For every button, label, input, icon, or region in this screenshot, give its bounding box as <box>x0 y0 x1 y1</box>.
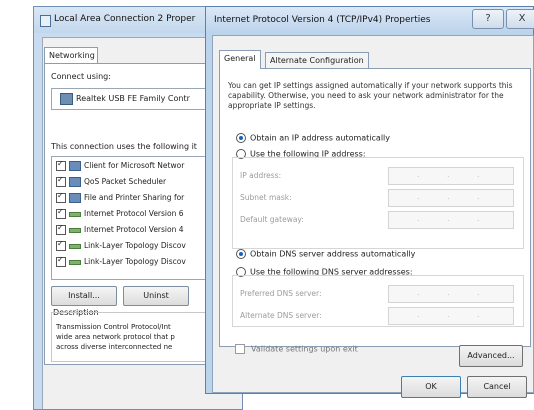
alternate-dns-label: Alternate DNS server: <box>240 311 322 320</box>
intro-text: You can get IP settings assigned automat… <box>228 81 513 110</box>
help-button[interactable]: ? <box>472 9 504 29</box>
list-item[interactable]: Link-Layer Topology Discov <box>56 239 186 253</box>
tab-alternate-configuration[interactable]: Alternate Configuration <box>265 52 369 69</box>
checkbox-checked-icon[interactable] <box>56 223 66 235</box>
dialog-body: General Alternate Configuration You can … <box>212 35 534 398</box>
checkbox-unchecked-icon[interactable] <box>235 344 245 354</box>
default-gateway-label: Default gateway: <box>240 215 304 224</box>
obtain-dns-automatically-radio[interactable]: Obtain DNS server address automatically <box>236 249 415 259</box>
network-window-icon <box>40 15 51 27</box>
background-window-title: Local Area Connection 2 Proper <box>54 14 196 24</box>
protocol-icon <box>69 243 81 249</box>
ip-address-label: IP address: <box>240 171 282 180</box>
dialog-titlebar[interactable]: Internet Protocol Version 4 (TCP/IPv4) P… <box>206 7 534 33</box>
tab-networking[interactable]: Networking <box>44 47 98 64</box>
preferred-dns-label: Preferred DNS server: <box>240 289 322 298</box>
list-item[interactable]: File and Printer Sharing for <box>56 191 184 205</box>
close-button[interactable]: X <box>506 9 534 29</box>
checkbox-checked-icon[interactable] <box>56 159 66 171</box>
radio-selected-icon[interactable] <box>236 249 246 259</box>
checkbox-checked-icon[interactable] <box>56 239 66 251</box>
items-label: This connection uses the following it <box>51 142 197 151</box>
install-button[interactable]: Install... <box>51 286 117 306</box>
obtain-ip-automatically-radio[interactable]: Obtain an IP address automatically <box>236 133 390 143</box>
alternate-dns-field[interactable]: ... <box>388 307 514 325</box>
ipv4-properties-dialog: Internet Protocol Version 4 (TCP/IPv4) P… <box>205 6 534 398</box>
tab-general[interactable]: General <box>219 50 261 69</box>
cancel-button[interactable]: Cancel <box>467 376 527 398</box>
connect-using-label: Connect using: <box>51 72 111 81</box>
client-icon <box>69 161 81 171</box>
list-item[interactable]: Client for Microsoft Networ <box>56 159 184 173</box>
checkbox-checked-icon[interactable] <box>56 255 66 267</box>
uninstall-button[interactable]: Uninst <box>123 286 189 306</box>
preferred-dns-field[interactable]: ... <box>388 285 514 303</box>
checkbox-checked-icon[interactable] <box>56 207 66 219</box>
list-item[interactable]: Link-Layer Topology Discov <box>56 255 186 269</box>
subnet-mask-field[interactable]: ... <box>388 189 514 207</box>
list-item[interactable]: QoS Packet Scheduler <box>56 175 166 189</box>
ip-address-field[interactable]: ... <box>388 167 514 185</box>
adapter-name: Realtek USB FE Family Contr <box>76 94 190 103</box>
subnet-mask-label: Subnet mask: <box>240 193 292 202</box>
advanced-button[interactable]: Advanced... <box>459 345 523 367</box>
checkbox-checked-icon[interactable] <box>56 191 66 203</box>
service-icon <box>69 193 81 203</box>
validate-settings-checkbox[interactable]: Validate settings upon exit <box>235 344 358 354</box>
ok-button[interactable]: OK <box>401 376 461 398</box>
radio-selected-icon[interactable] <box>236 133 246 143</box>
dialog-title: Internet Protocol Version 4 (TCP/IPv4) P… <box>214 15 431 25</box>
network-adapter-icon <box>60 93 73 105</box>
protocol-icon <box>69 259 81 265</box>
default-gateway-field[interactable]: ... <box>388 211 514 229</box>
protocol-icon <box>69 211 81 217</box>
general-panel: You can get IP settings assigned automat… <box>219 68 531 347</box>
service-icon <box>69 177 81 187</box>
checkbox-checked-icon[interactable] <box>56 175 66 187</box>
list-item[interactable]: Internet Protocol Version 4 <box>56 223 184 237</box>
protocol-icon <box>69 227 81 233</box>
list-item[interactable]: Internet Protocol Version 6 <box>56 207 184 221</box>
